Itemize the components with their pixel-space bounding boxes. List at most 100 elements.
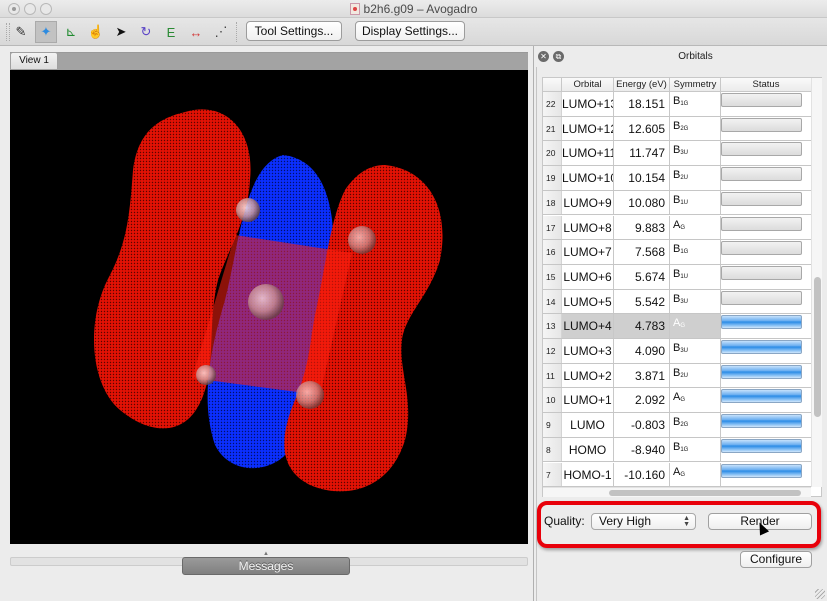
- column-header-orbital[interactable]: Orbital: [562, 78, 614, 92]
- orbital-symmetry: B1U: [670, 190, 721, 215]
- orbital-symmetry: B3U: [670, 141, 721, 166]
- orbital-row[interactable]: 22 LUMO+13 18.151 B1G: [543, 92, 811, 117]
- orbital-energy: 2.092: [614, 388, 670, 413]
- window-titlebar: b2h6.g09 – Avogadro: [0, 0, 827, 18]
- horizontal-scrollbar[interactable]: [543, 487, 811, 497]
- orbital-row[interactable]: 20 LUMO+11 11.747 B3U: [543, 141, 811, 167]
- render-progress-bar: [721, 463, 802, 478]
- orbital-row[interactable]: 21 LUMO+12 12.605 B2G: [543, 116, 811, 142]
- orbital-row[interactable]: 9 LUMO -0.803 B2G: [543, 413, 811, 438]
- orbital-row[interactable]: 10 LUMO+1 2.092 AG: [543, 388, 811, 414]
- vertical-scrollbar-thumb[interactable]: [814, 277, 821, 417]
- orbital-name: LUMO: [562, 413, 614, 437]
- bond-centric-tool-button[interactable]: ⊾: [60, 21, 82, 43]
- render-progress-bar: [721, 167, 802, 182]
- orbital-status: [721, 265, 811, 289]
- molecule-3d-canvas[interactable]: [10, 70, 528, 544]
- orbital-energy: 11.747: [614, 141, 670, 166]
- row-number[interactable]: 17: [543, 215, 562, 240]
- auto-optimize-tool-button[interactable]: E: [160, 21, 182, 43]
- orbital-name: LUMO+12: [562, 116, 614, 141]
- measure-tool-button[interactable]: ↔: [185, 21, 207, 43]
- row-number[interactable]: 15: [543, 264, 562, 289]
- orbital-status: [721, 191, 811, 215]
- quality-select[interactable]: Very High ▲ ▼: [591, 513, 696, 530]
- orbitals-table-body: 22 LUMO+13 18.151 B1G 21 LUMO+12 12.605 B2G 20 LU…: [543, 92, 811, 487]
- messages-toggle-button[interactable]: Messages: [182, 557, 350, 575]
- symmetry-subscript: G: [680, 397, 686, 404]
- row-number[interactable]: 10: [543, 388, 562, 413]
- orbital-row[interactable]: 17 LUMO+8 9.883 AG: [543, 215, 811, 241]
- horizontal-scrollbar-thumb[interactable]: [609, 490, 801, 496]
- orbital-row[interactable]: 12 LUMO+3 4.090 B3U: [543, 339, 811, 364]
- orbitals-dock-header: ✕ ⧉ Orbitals: [534, 46, 827, 67]
- column-header-symmetry[interactable]: Symmetry: [670, 78, 721, 92]
- orbital-name: LUMO+3: [562, 339, 614, 363]
- orbital-row[interactable]: 8 HOMO -8.940 B1G: [543, 437, 811, 463]
- orbital-row[interactable]: 14 LUMO+5 5.542 B3U: [543, 289, 811, 315]
- view-area: View 1: [10, 52, 528, 544]
- orbital-row[interactable]: 16 LUMO+7 7.568 B1G: [543, 240, 811, 265]
- dock-splitter[interactable]: [533, 46, 534, 601]
- hydrogen-atom: [236, 198, 260, 222]
- orbital-row[interactable]: 11 LUMO+2 3.871 B2U: [543, 363, 811, 389]
- symmetry-subscript: 3U: [680, 348, 689, 354]
- row-number[interactable]: 7: [543, 462, 562, 487]
- symmetry-subscript: 1G: [680, 446, 689, 453]
- orbital-energy: 4.090: [614, 339, 670, 363]
- orbital-row[interactable]: 13 LUMO+4 4.783 AG: [543, 314, 811, 339]
- render-progress-bar: [721, 315, 802, 330]
- measure-tool-icon: ↔: [189, 24, 203, 40]
- render-progress-bar: [721, 414, 802, 429]
- symmetry-subscript: G: [680, 224, 686, 231]
- orbital-energy: -0.803: [614, 413, 670, 437]
- orbital-name: LUMO+11: [562, 141, 614, 166]
- window-resize-grip[interactable]: [815, 589, 825, 599]
- row-number[interactable]: 22: [543, 92, 562, 116]
- row-number[interactable]: 21: [543, 116, 562, 141]
- row-number[interactable]: 18: [543, 190, 562, 215]
- row-number[interactable]: 11: [543, 363, 562, 388]
- render-progress-bar: [721, 340, 802, 354]
- orbital-status: [721, 339, 811, 363]
- vertical-scrollbar[interactable]: [811, 78, 822, 487]
- column-header-status[interactable]: Status: [721, 78, 811, 92]
- align-tool-icon: ⋰: [214, 24, 228, 39]
- orbital-energy: 3.871: [614, 363, 670, 388]
- orbital-row[interactable]: 19 LUMO+10 10.154 B2U: [543, 166, 811, 191]
- tab-view-1[interactable]: View 1: [10, 52, 58, 69]
- orbitals-table: Orbital Energy (eV) Symmetry Status 22 LU…: [542, 77, 822, 497]
- orbital-name: LUMO+7: [562, 240, 614, 264]
- row-number[interactable]: 20: [543, 141, 562, 166]
- navigate-tool-button[interactable]: ✦: [35, 21, 57, 43]
- row-number[interactable]: 16: [543, 240, 562, 264]
- select-tool-button[interactable]: ➤: [110, 21, 132, 43]
- draw-tool-button[interactable]: ✎: [10, 21, 32, 43]
- orbital-row[interactable]: 18 LUMO+9 10.080 B1U: [543, 190, 811, 216]
- orbital-row[interactable]: 15 LUMO+6 5.674 B1U: [543, 264, 811, 290]
- symmetry-subscript: 2G: [680, 125, 689, 132]
- row-number[interactable]: 13: [543, 314, 562, 338]
- hydrogen-atom: [348, 226, 376, 254]
- orbital-symmetry: B1G: [670, 92, 721, 116]
- tool-settings-button[interactable]: Tool Settings...: [246, 21, 342, 41]
- toolbar-separator: [236, 22, 237, 42]
- row-number[interactable]: 19: [543, 166, 562, 190]
- symmetry-subscript: 1G: [680, 249, 689, 256]
- row-number[interactable]: 14: [543, 289, 562, 314]
- orbital-row[interactable]: 7 HOMO-1 -10.160 AG: [543, 462, 811, 487]
- window-title-text: b2h6.g09 – Avogadro: [363, 2, 478, 16]
- boron-atom: [248, 284, 284, 320]
- row-number[interactable]: 12: [543, 339, 562, 363]
- auto-rotate-tool-button[interactable]: ↻: [135, 21, 157, 43]
- manipulate-tool-button[interactable]: ☝: [85, 21, 107, 43]
- configure-button[interactable]: Configure: [740, 551, 812, 568]
- align-tool-button[interactable]: ⋰: [210, 21, 232, 43]
- row-number[interactable]: 8: [543, 437, 562, 462]
- display-settings-button[interactable]: Display Settings...: [355, 21, 465, 41]
- column-header-energy[interactable]: Energy (eV): [614, 78, 670, 92]
- select-updown-icon: ▲ ▼: [683, 515, 690, 528]
- orbital-name: LUMO+9: [562, 190, 614, 215]
- row-number[interactable]: 9: [543, 413, 562, 437]
- orbital-symmetry: AG: [670, 215, 721, 240]
